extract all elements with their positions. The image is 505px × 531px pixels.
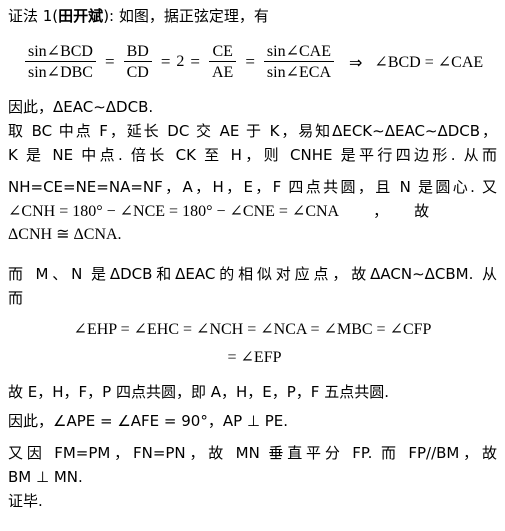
- fraction-denominator: sin∠ECA: [266, 64, 331, 81]
- proof-document: 证法 1(田开斌): 如图，据正弦定理，有 sin∠BCD sin∠DBC = …: [0, 0, 505, 531]
- line-corresponding-points-1: 而 M、N 是ΔDCB和ΔEAC的相似对应点，故ΔACN∼ΔCBM. 从: [8, 265, 497, 283]
- angle-cnh-expression: ∠CNH = 180° − ∠NCE = 180° − ∠CNE = ∠CNA: [8, 203, 340, 220]
- line-perpendicular-bisector-1: 又因 FM=PM，FN=PN，故 MN 垂直平分 FP. 而 FP//BM，故: [8, 444, 497, 462]
- proof-heading-prefix: 证法 1(: [8, 7, 59, 25]
- proof-heading: 证法 1(田开斌): 如图，据正弦定理，有: [8, 4, 497, 29]
- line-take-midpoint-1: 取 BC 中点 F，延长 DC 交 AE 于 K，易知ΔECK∼ΔEAC∼ΔDC…: [8, 122, 497, 140]
- line-take-midpoint-2: K 是 NE 中点. 倍长 CK 至 H，则 CNHE 是平行四边形. 从而: [8, 146, 497, 164]
- equation-conclusion: ∠BCD = ∠CAE: [374, 54, 484, 71]
- line-therefore-similar: 因此，ΔEAC∼ΔDCB.: [8, 98, 154, 116]
- fraction-denominator: CD: [126, 64, 149, 81]
- implies-arrow-icon: ⇒: [349, 52, 363, 72]
- line-perpendicular-bisector-2: BM ⊥ MN.: [8, 468, 83, 486]
- line-angle-cnh: ∠CNH = 180° − ∠NCE = 180° − ∠CNE = ∠CNA ，…: [8, 199, 497, 224]
- equation-value-two: 2: [176, 53, 185, 70]
- line-congruent-triangles: ΔCNH ≅ ΔCNA.: [8, 226, 122, 243]
- equals-sign-2: =: [160, 52, 171, 71]
- fraction-numerator: BD: [123, 43, 152, 62]
- equals-sign-1: =: [104, 52, 115, 71]
- equals-sign-4: =: [245, 52, 255, 71]
- angle-cnh-therefore: 故: [414, 202, 430, 220]
- proof-heading-suffix: ): 如图，据正弦定理，有: [103, 7, 269, 25]
- angle-chain-equation-row1: ∠EHP = ∠EHC = ∠NCH = ∠NCA = ∠MBC = ∠CFP: [73, 321, 432, 338]
- line-concyclic-points: 故 E，H，F，P 四点共圆，即 A，H，E，P，F 五点共圆.: [8, 383, 389, 401]
- sine-law-equation: sin∠BCD sin∠DBC = BD CD = 2 = CE AE = si…: [22, 36, 483, 88]
- fraction-sin-cae-eca: sin∠CAE sin∠ECA: [263, 43, 334, 82]
- fraction-denominator: AE: [212, 64, 234, 81]
- fraction-denominator: sin∠DBC: [28, 64, 93, 81]
- fraction-numerator: sin∠CAE: [263, 43, 334, 62]
- angle-chain-equation-row2: = ∠EFP: [227, 349, 282, 366]
- fraction-numerator: CE: [209, 43, 236, 62]
- fraction-bd-cd: BD CD: [123, 43, 152, 82]
- fraction-sin-bcd-dbc: sin∠BCD sin∠DBC: [25, 43, 96, 82]
- fraction-numerator: sin∠BCD: [25, 43, 96, 62]
- line-perpendicular-ap-pe: 因此，∠APE = ∠AFE = 90°，AP ⊥ PE.: [8, 412, 289, 430]
- line-equal-radii: NH=CE=NE=NA=NF，A，H，E，F 四点共圆，且 N 是圆心. 又: [8, 178, 497, 196]
- fraction-ce-ae: CE AE: [209, 43, 236, 82]
- equals-sign-3: =: [190, 52, 200, 71]
- proof-author-name: 田开斌: [58, 7, 104, 25]
- angle-cnh-comma: ，: [373, 202, 389, 220]
- line-qed: 证毕.: [8, 492, 43, 510]
- line-corresponding-points-2: 而: [8, 289, 24, 307]
